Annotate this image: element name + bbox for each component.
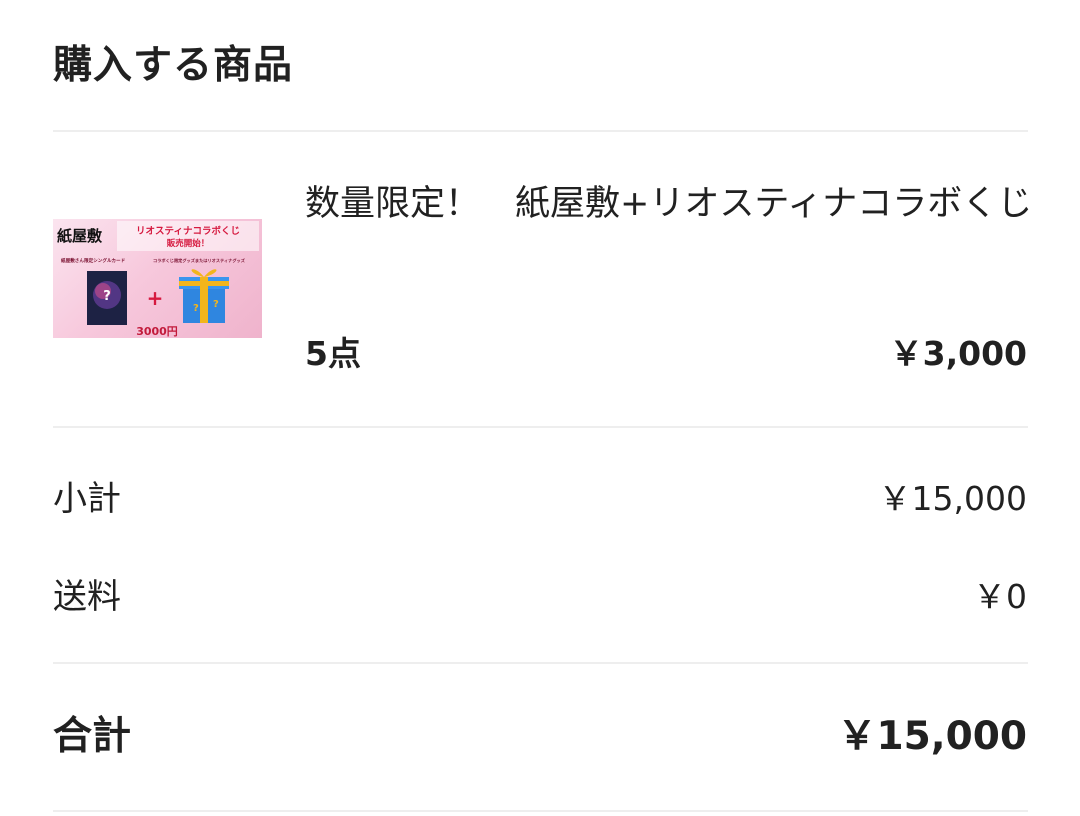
thumbnail-banner: リオスティナコラボくじ: [136, 225, 240, 237]
divider: [53, 662, 1028, 664]
product-quantity: 5点: [305, 334, 361, 373]
gift-box-icon: ? ?: [179, 269, 229, 323]
divider: [53, 130, 1028, 132]
subtotal-label: 小計: [53, 479, 121, 519]
product-name[interactable]: 数量限定！ 紙屋敷+リオスティナコラボくじ: [305, 178, 1035, 230]
product-thumbnail[interactable]: 紙屋敷 リオスティナコラボくじ 販売開始！ 紙屋敷さん限定シングルカード コラボ…: [53, 219, 262, 338]
svg-text:?: ?: [103, 289, 111, 304]
total-value: ￥15,000: [837, 714, 1028, 759]
product-price: ￥3,000: [889, 334, 1027, 373]
total-label: 合計: [53, 714, 132, 759]
thumbnail-plus: +: [147, 286, 164, 310]
divider: [53, 426, 1028, 428]
svg-text:?: ?: [193, 303, 199, 314]
svg-text:?: ?: [213, 299, 219, 310]
thumbnail-left-caption: 紙屋敷さん限定シングルカード: [61, 257, 126, 264]
shipping-value: ￥0: [973, 577, 1027, 616]
thumbnail-logo: 紙屋敷: [57, 227, 103, 245]
thumbnail-banner-sub: 販売開始！: [167, 238, 210, 249]
subtotal-value: ￥15,000: [878, 479, 1027, 518]
thumbnail-artwork: 紙屋敷 リオスティナコラボくじ 販売開始！ 紙屋敷さん限定シングルカード コラボ…: [57, 221, 259, 338]
section-title: 購入する商品: [53, 43, 294, 88]
divider: [53, 810, 1028, 812]
shipping-label: 送料: [53, 577, 121, 617]
thumbnail-right-caption: コラボくじ限定グッズまたはリオスティナグッズ: [153, 257, 246, 264]
thumbnail-price-tag: 3000円: [136, 325, 178, 338]
